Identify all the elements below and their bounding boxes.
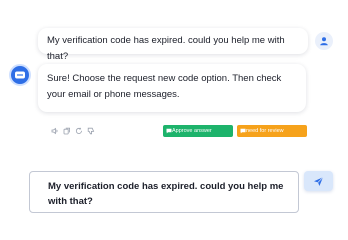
thumbs-down-icon[interactable]: [87, 127, 95, 135]
message-input[interactable]: My verification code has expired. could …: [29, 171, 299, 213]
user-avatar-icon: [315, 32, 333, 50]
bot-message-bubble: Sure! Choose the request new code option…: [38, 64, 306, 112]
send-button[interactable]: [304, 171, 333, 191]
approve-answer-label: Approve answer: [172, 128, 212, 134]
send-icon: [314, 176, 324, 186]
user-message-text: My verification code has expired. could …: [47, 35, 285, 62]
copy-icon[interactable]: [63, 127, 71, 135]
approve-answer-button[interactable]: Approve answer: [163, 125, 233, 137]
need-for-review-button[interactable]: need for review: [237, 125, 307, 137]
bot-message-text: Sure! Choose the request new code option…: [47, 73, 282, 100]
bot-avatar-icon: [9, 64, 31, 86]
message-icon: [240, 128, 246, 134]
message-input-text: My verification code has expired. could …: [48, 181, 284, 207]
message-actions: [51, 127, 95, 135]
need-for-review-label: need for review: [246, 128, 284, 134]
regenerate-icon[interactable]: [75, 127, 83, 135]
speaker-icon[interactable]: [51, 127, 59, 135]
message-icon: [166, 128, 172, 134]
user-message-bubble: My verification code has expired. could …: [38, 28, 308, 62]
